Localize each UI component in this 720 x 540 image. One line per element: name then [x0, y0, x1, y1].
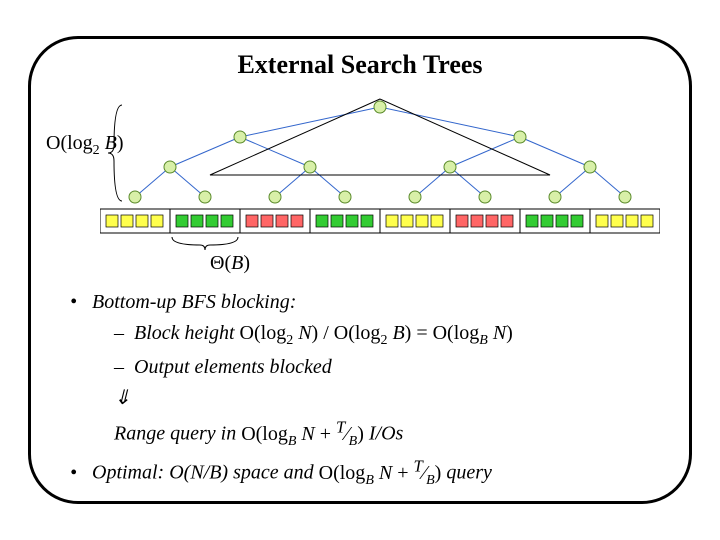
- bullet-1: •Bottom-up BFS blocking:: [70, 288, 670, 317]
- subbullet-1: – Block height O(log2 N) / O(log2 B) = O…: [114, 319, 670, 351]
- subbullet-2: – Output elements blocked: [114, 353, 670, 382]
- tree-diagram: [100, 95, 660, 275]
- bullet-list: •Bottom-up BFS blocking: – Block height …: [70, 288, 670, 491]
- theta-label: Θ(B): [210, 252, 250, 275]
- down-arrow-icon: ⇓: [114, 384, 670, 413]
- slide: External Search Trees O(log2 B): [0, 0, 720, 540]
- slide-title: External Search Trees: [0, 50, 720, 80]
- bullet-2: •Optimal: O(N/B) space and O(logB N + T⁄…: [70, 454, 670, 491]
- range-query-line: Range query in O(logB N + T⁄B) I/Os: [114, 415, 670, 452]
